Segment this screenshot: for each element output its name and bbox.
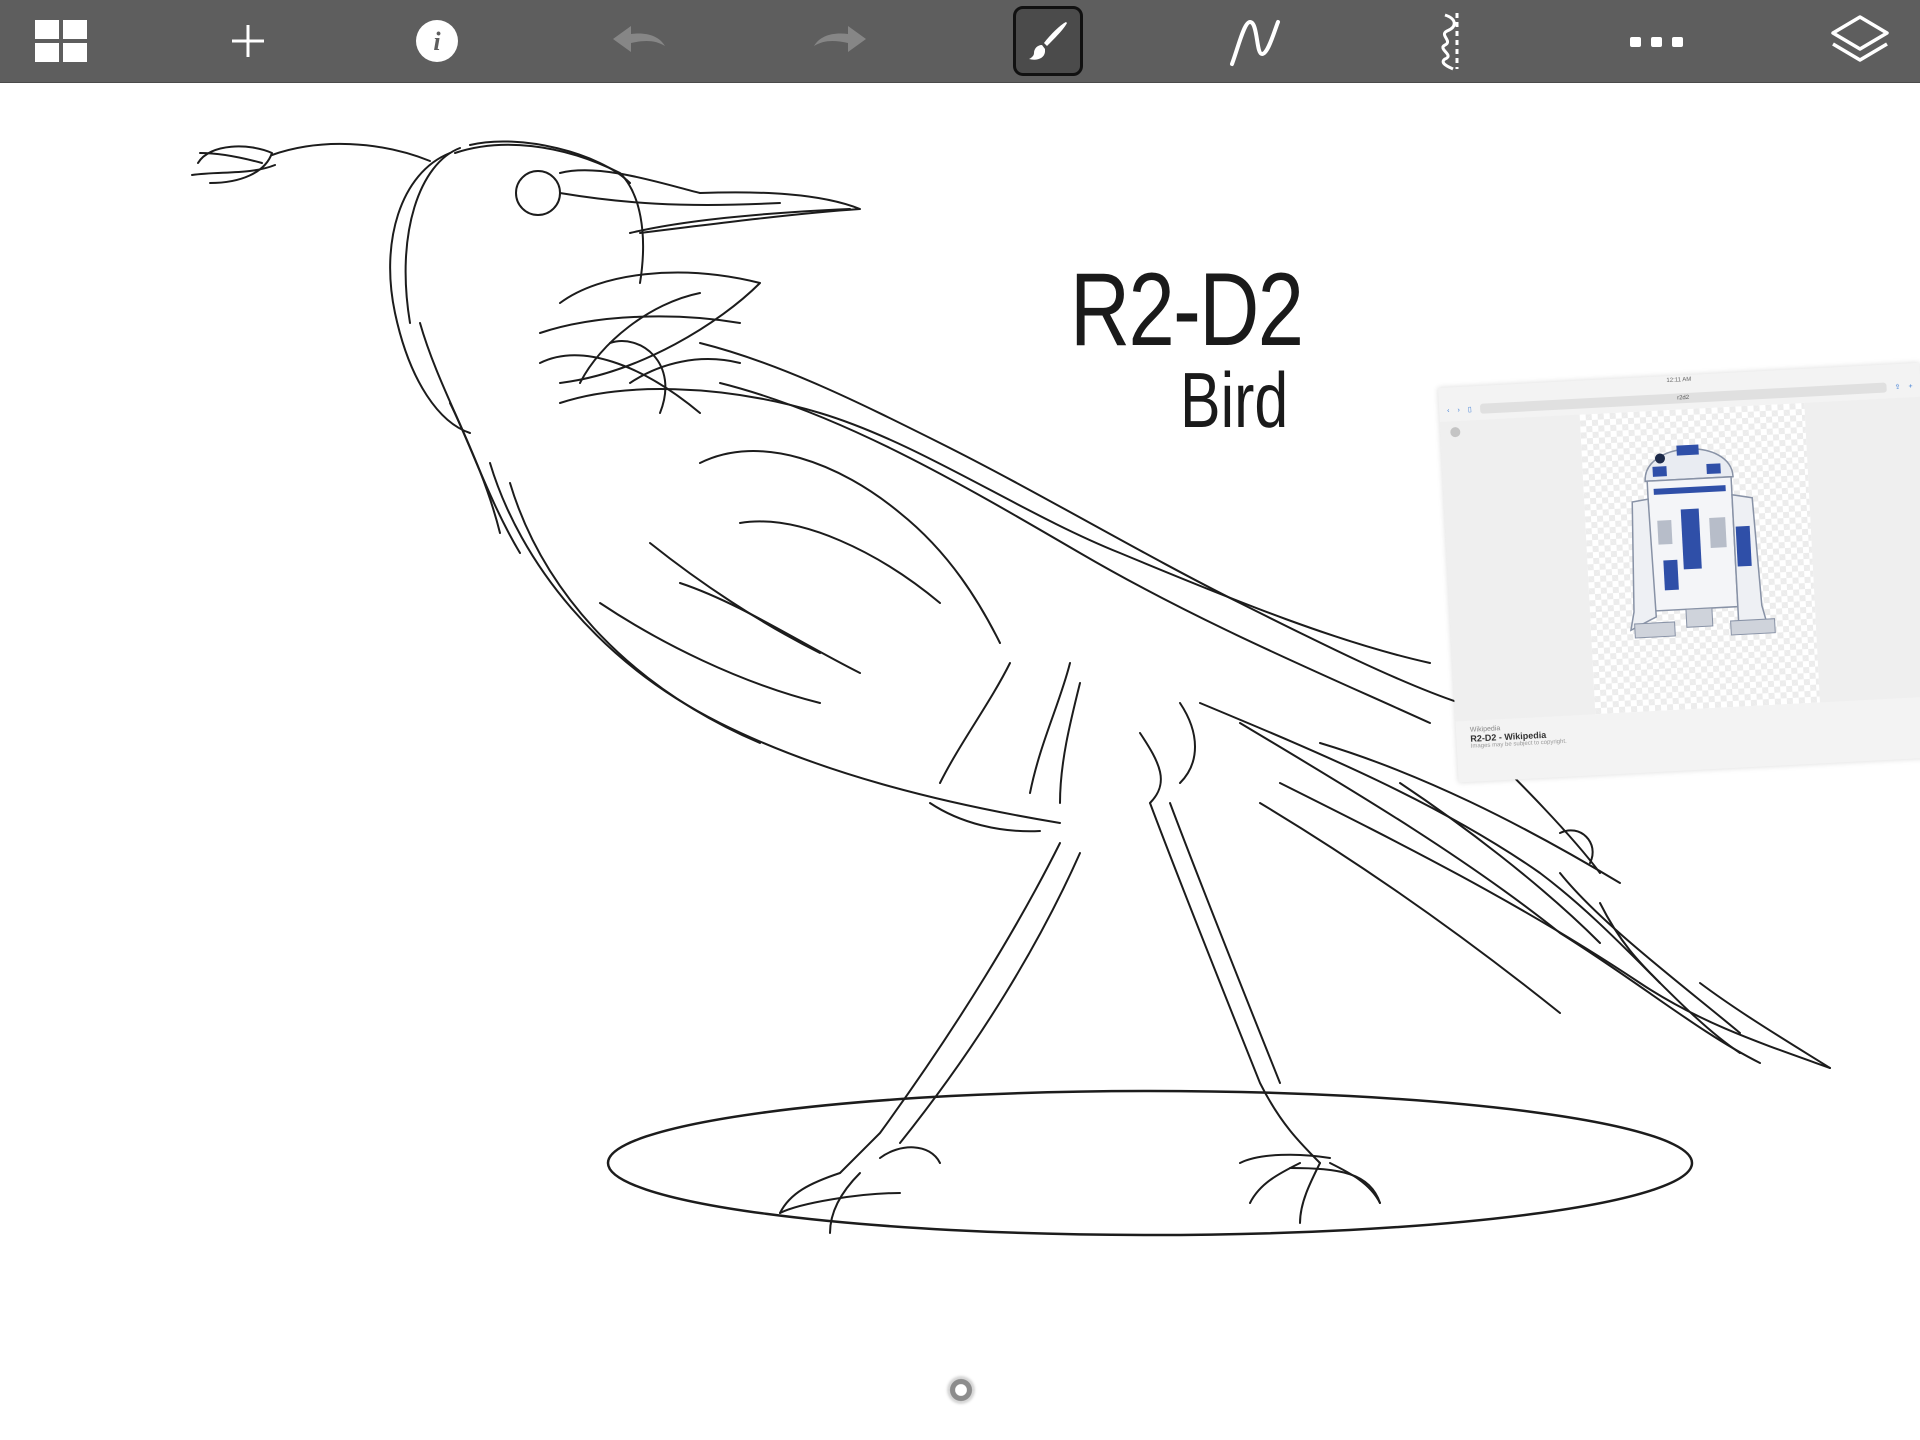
bird-head-sketch	[389, 140, 861, 554]
layers-icon	[1830, 14, 1890, 68]
brush-button[interactable]	[1003, 0, 1093, 82]
top-toolbar: i	[0, 0, 1920, 83]
ref-carrier	[1446, 390, 1447, 402]
stroke-tool-button[interactable]	[1210, 0, 1300, 82]
ref-battery	[1911, 365, 1912, 377]
info-button[interactable]: i	[392, 0, 482, 82]
handwriting-subtitle: Bird	[1180, 356, 1289, 444]
ref-back-icon: ‹	[1447, 406, 1450, 415]
plus-icon	[228, 21, 268, 61]
ref-content	[1439, 396, 1920, 722]
redo-arrow-icon	[812, 24, 868, 58]
undo-arrow-icon	[611, 24, 667, 58]
info-icon: i	[415, 19, 459, 63]
touch-cursor	[948, 1377, 974, 1403]
svg-text:i: i	[433, 27, 441, 56]
ref-bookmarks-icon: ▯	[1467, 406, 1472, 414]
gallery-button[interactable]	[16, 0, 106, 82]
add-button[interactable]	[203, 0, 293, 82]
drawing-canvas[interactable]: R2-D2 Bird 12:11 AM ‹ › ▯ r2d2 ⇪ + Wikip…	[0, 83, 1920, 1440]
stroke-curve-icon	[1228, 14, 1282, 68]
gallery-grid-icon	[34, 19, 88, 63]
legs-sketch	[779, 802, 1381, 1234]
handwriting-title: R2-D2	[1070, 252, 1304, 368]
more-button[interactable]	[1612, 0, 1702, 82]
brush-icon	[1026, 19, 1070, 63]
reference-image[interactable]: 12:11 AM ‹ › ▯ r2d2 ⇪ + Wikipedia R2-D2 …	[1438, 362, 1920, 783]
ref-add-tab-icon: +	[1908, 382, 1913, 390]
ref-share-icon: ⇪	[1894, 383, 1901, 392]
ground-ellipse	[606, 1089, 1694, 1237]
more-dots-icon	[1629, 34, 1685, 48]
r2d2-photo	[1579, 402, 1820, 715]
throat-scribble	[539, 271, 761, 414]
worm-sketch	[191, 142, 431, 184]
symmetry-icon	[1435, 11, 1475, 71]
brush-selected-frame	[1013, 6, 1083, 76]
ref-forward-icon: ›	[1457, 406, 1461, 414]
symmetry-button[interactable]	[1410, 0, 1500, 82]
layers-button[interactable]	[1815, 0, 1905, 82]
ref-close-icon	[1450, 426, 1461, 438]
ref-status-time: 12:11 AM	[1666, 376, 1692, 385]
undo-button[interactable]	[594, 0, 684, 82]
bird-body-sketch	[489, 342, 1461, 833]
redo-button[interactable]	[795, 0, 885, 82]
